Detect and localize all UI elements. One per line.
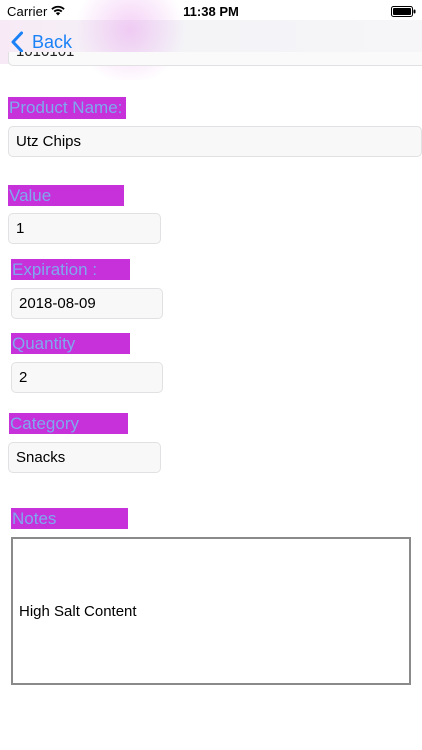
quantity-field[interactable]: 2	[11, 362, 163, 393]
value-label: Value	[8, 185, 124, 206]
category-value: Snacks	[16, 449, 66, 466]
category-field[interactable]: Snacks	[8, 442, 161, 473]
notes-textarea[interactable]: High Salt Content	[11, 537, 411, 685]
category-label: Category	[9, 413, 128, 434]
notes-value: High Salt Content	[19, 603, 137, 620]
notes-label: Notes	[11, 508, 128, 529]
product-name-value: Utz Chips	[16, 133, 82, 150]
value-label-text: Value	[9, 186, 52, 205]
battery-icon	[391, 6, 416, 17]
value-value: 1	[16, 220, 25, 237]
quantity-label: Quantity	[11, 333, 130, 354]
status-bar: Carrier 11:38 PM	[0, 0, 422, 22]
clock: 11:38 PM	[183, 4, 239, 19]
product-name-label-text: Product Name:	[9, 98, 123, 117]
product-name-label: Product Name:	[8, 97, 126, 119]
expiration-field[interactable]: 2018-08-09	[11, 288, 163, 319]
category-label-text: Category	[10, 414, 79, 433]
product-name-field[interactable]: Utz Chips	[8, 126, 422, 157]
previous-field-value: 1010101	[16, 52, 74, 60]
back-label: Back	[32, 31, 73, 52]
notes-label-text: Notes	[12, 509, 57, 528]
previous-field[interactable]: 1010101	[8, 52, 422, 66]
quantity-label-text: Quantity	[12, 334, 76, 353]
quantity-value: 2	[19, 369, 28, 386]
expiration-value: 2018-08-09	[19, 295, 96, 312]
expiration-label-text: Expiration :	[12, 260, 98, 279]
expiration-label: Expiration :	[11, 259, 130, 280]
value-field[interactable]: 1	[8, 213, 161, 244]
chevron-left-icon	[11, 31, 23, 53]
